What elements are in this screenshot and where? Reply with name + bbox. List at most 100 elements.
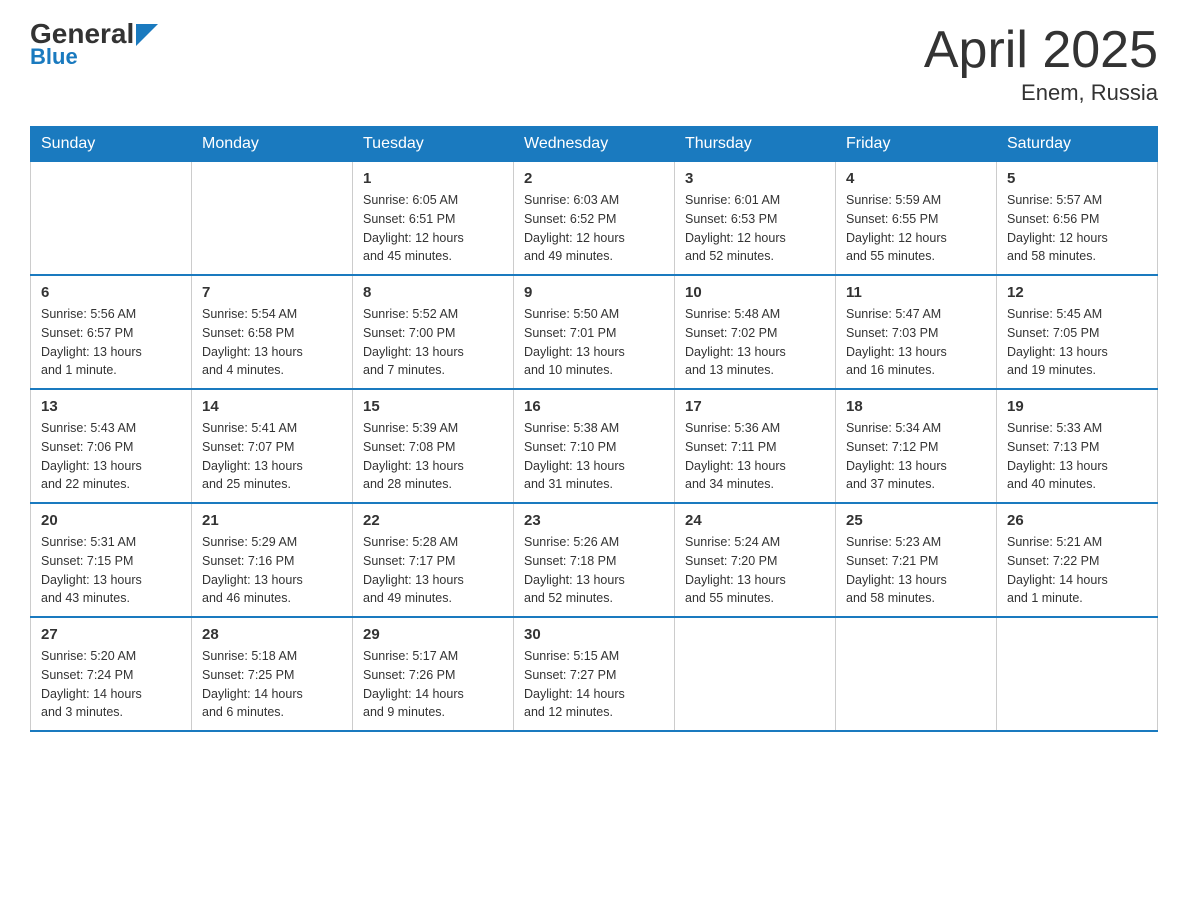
calendar-cell: 14 Sunrise: 5:41 AM Sunset: 7:07 PM Dayli…	[192, 389, 353, 503]
day-info: Sunrise: 5:24 AM Sunset: 7:20 PM Dayligh…	[685, 533, 825, 608]
calendar-cell: 17 Sunrise: 5:36 AM Sunset: 7:11 PM Dayli…	[675, 389, 836, 503]
calendar-cell: 26 Sunrise: 5:21 AM Sunset: 7:22 PM Dayli…	[997, 503, 1158, 617]
day-number: 15	[363, 398, 503, 415]
day-number: 26	[1007, 512, 1147, 529]
day-number: 27	[41, 626, 181, 643]
day-info: Sunrise: 5:50 AM Sunset: 7:01 PM Dayligh…	[524, 305, 664, 380]
day-info: Sunrise: 5:36 AM Sunset: 7:11 PM Dayligh…	[685, 419, 825, 494]
day-info: Sunrise: 6:01 AM Sunset: 6:53 PM Dayligh…	[685, 191, 825, 266]
day-info: Sunrise: 5:41 AM Sunset: 7:07 PM Dayligh…	[202, 419, 342, 494]
logo-blue-text: Blue	[30, 44, 78, 70]
day-info: Sunrise: 5:26 AM Sunset: 7:18 PM Dayligh…	[524, 533, 664, 608]
day-number: 1	[363, 170, 503, 187]
page-subtitle: Enem, Russia	[924, 80, 1158, 106]
calendar-cell: 22 Sunrise: 5:28 AM Sunset: 7:17 PM Dayli…	[353, 503, 514, 617]
calendar-week-row: 1 Sunrise: 6:05 AM Sunset: 6:51 PM Daylig…	[31, 162, 1158, 276]
weekday-header-wednesday: Wednesday	[514, 127, 675, 162]
calendar-body: 1 Sunrise: 6:05 AM Sunset: 6:51 PM Daylig…	[31, 162, 1158, 732]
day-number: 20	[41, 512, 181, 529]
calendar-cell: 30Sunrise: 5:15 AM Sunset: 7:27 PM Dayli…	[514, 617, 675, 731]
day-number: 22	[363, 512, 503, 529]
weekday-header-friday: Friday	[836, 127, 997, 162]
calendar-week-row: 20 Sunrise: 5:31 AM Sunset: 7:15 PM Dayli…	[31, 503, 1158, 617]
day-info: Sunrise: 5:29 AM Sunset: 7:16 PM Dayligh…	[202, 533, 342, 608]
day-info: Sunrise: 5:52 AM Sunset: 7:00 PM Dayligh…	[363, 305, 503, 380]
weekday-header-thursday: Thursday	[675, 127, 836, 162]
calendar-cell	[997, 617, 1158, 731]
day-info: Sunrise: 5:34 AM Sunset: 7:12 PM Dayligh…	[846, 419, 986, 494]
day-info: Sunrise: 5:39 AM Sunset: 7:08 PM Dayligh…	[363, 419, 503, 494]
calendar-cell: 16Sunrise: 5:38 AM Sunset: 7:10 PM Dayli…	[514, 389, 675, 503]
calendar-cell: 24Sunrise: 5:24 AM Sunset: 7:20 PM Dayli…	[675, 503, 836, 617]
day-number: 28	[202, 626, 342, 643]
day-info: Sunrise: 5:43 AM Sunset: 7:06 PM Dayligh…	[41, 419, 181, 494]
calendar-week-row: 6Sunrise: 5:56 AM Sunset: 6:57 PM Daylig…	[31, 275, 1158, 389]
day-info: Sunrise: 5:57 AM Sunset: 6:56 PM Dayligh…	[1007, 191, 1147, 266]
day-number: 11	[846, 284, 986, 301]
page-header: General Blue April 2025 Enem, Russia	[30, 20, 1158, 106]
calendar-week-row: 13 Sunrise: 5:43 AM Sunset: 7:06 PM Dayli…	[31, 389, 1158, 503]
logo: General Blue	[30, 20, 158, 70]
day-number: 17	[685, 398, 825, 415]
day-number: 13	[41, 398, 181, 415]
day-info: Sunrise: 5:28 AM Sunset: 7:17 PM Dayligh…	[363, 533, 503, 608]
calendar-cell: 19Sunrise: 5:33 AM Sunset: 7:13 PM Dayli…	[997, 389, 1158, 503]
calendar-cell	[192, 162, 353, 276]
day-info: Sunrise: 5:20 AM Sunset: 7:24 PM Dayligh…	[41, 647, 181, 722]
day-info: Sunrise: 5:17 AM Sunset: 7:26 PM Dayligh…	[363, 647, 503, 722]
calendar-cell: 3 Sunrise: 6:01 AM Sunset: 6:53 PM Daylig…	[675, 162, 836, 276]
calendar-cell: 8 Sunrise: 5:52 AM Sunset: 7:00 PM Daylig…	[353, 275, 514, 389]
day-info: Sunrise: 6:03 AM Sunset: 6:52 PM Dayligh…	[524, 191, 664, 266]
calendar-cell: 27 Sunrise: 5:20 AM Sunset: 7:24 PM Dayli…	[31, 617, 192, 731]
calendar-cell: 11 Sunrise: 5:47 AM Sunset: 7:03 PM Dayli…	[836, 275, 997, 389]
day-info: Sunrise: 6:05 AM Sunset: 6:51 PM Dayligh…	[363, 191, 503, 266]
weekday-header-saturday: Saturday	[997, 127, 1158, 162]
day-info: Sunrise: 5:48 AM Sunset: 7:02 PM Dayligh…	[685, 305, 825, 380]
day-info: Sunrise: 5:59 AM Sunset: 6:55 PM Dayligh…	[846, 191, 986, 266]
calendar-cell: 15 Sunrise: 5:39 AM Sunset: 7:08 PM Dayli…	[353, 389, 514, 503]
day-info: Sunrise: 5:18 AM Sunset: 7:25 PM Dayligh…	[202, 647, 342, 722]
calendar-cell: 20 Sunrise: 5:31 AM Sunset: 7:15 PM Dayli…	[31, 503, 192, 617]
calendar-cell	[31, 162, 192, 276]
weekday-header-row: SundayMondayTuesdayWednesdayThursdayFrid…	[31, 127, 1158, 162]
day-number: 2	[524, 170, 664, 187]
day-number: 25	[846, 512, 986, 529]
weekday-header-sunday: Sunday	[31, 127, 192, 162]
day-info: Sunrise: 5:23 AM Sunset: 7:21 PM Dayligh…	[846, 533, 986, 608]
page-title: April 2025	[924, 20, 1158, 80]
calendar-cell: 23 Sunrise: 5:26 AM Sunset: 7:18 PM Dayli…	[514, 503, 675, 617]
day-number: 8	[363, 284, 503, 301]
day-number: 29	[363, 626, 503, 643]
day-info: Sunrise: 5:47 AM Sunset: 7:03 PM Dayligh…	[846, 305, 986, 380]
day-number: 5	[1007, 170, 1147, 187]
calendar-week-row: 27 Sunrise: 5:20 AM Sunset: 7:24 PM Dayli…	[31, 617, 1158, 731]
calendar-cell: 18Sunrise: 5:34 AM Sunset: 7:12 PM Dayli…	[836, 389, 997, 503]
logo-arrow-icon	[136, 24, 158, 46]
day-info: Sunrise: 5:33 AM Sunset: 7:13 PM Dayligh…	[1007, 419, 1147, 494]
day-number: 3	[685, 170, 825, 187]
day-info: Sunrise: 5:31 AM Sunset: 7:15 PM Dayligh…	[41, 533, 181, 608]
weekday-header-tuesday: Tuesday	[353, 127, 514, 162]
calendar-cell: 7 Sunrise: 5:54 AM Sunset: 6:58 PM Daylig…	[192, 275, 353, 389]
calendar-cell	[836, 617, 997, 731]
day-number: 30	[524, 626, 664, 643]
calendar-cell: 5 Sunrise: 5:57 AM Sunset: 6:56 PM Daylig…	[997, 162, 1158, 276]
calendar-cell: 9Sunrise: 5:50 AM Sunset: 7:01 PM Daylig…	[514, 275, 675, 389]
calendar-cell: 25 Sunrise: 5:23 AM Sunset: 7:21 PM Dayli…	[836, 503, 997, 617]
calendar-cell: 12Sunrise: 5:45 AM Sunset: 7:05 PM Dayli…	[997, 275, 1158, 389]
day-info: Sunrise: 5:56 AM Sunset: 6:57 PM Dayligh…	[41, 305, 181, 380]
title-block: April 2025 Enem, Russia	[924, 20, 1158, 106]
day-info: Sunrise: 5:54 AM Sunset: 6:58 PM Dayligh…	[202, 305, 342, 380]
day-number: 23	[524, 512, 664, 529]
calendar-cell: 28 Sunrise: 5:18 AM Sunset: 7:25 PM Dayli…	[192, 617, 353, 731]
calendar-cell: 6Sunrise: 5:56 AM Sunset: 6:57 PM Daylig…	[31, 275, 192, 389]
day-number: 7	[202, 284, 342, 301]
day-number: 14	[202, 398, 342, 415]
day-number: 4	[846, 170, 986, 187]
day-number: 21	[202, 512, 342, 529]
day-number: 16	[524, 398, 664, 415]
calendar-header: SundayMondayTuesdayWednesdayThursdayFrid…	[31, 127, 1158, 162]
calendar-cell	[675, 617, 836, 731]
day-info: Sunrise: 5:21 AM Sunset: 7:22 PM Dayligh…	[1007, 533, 1147, 608]
calendar-cell: 13 Sunrise: 5:43 AM Sunset: 7:06 PM Dayli…	[31, 389, 192, 503]
